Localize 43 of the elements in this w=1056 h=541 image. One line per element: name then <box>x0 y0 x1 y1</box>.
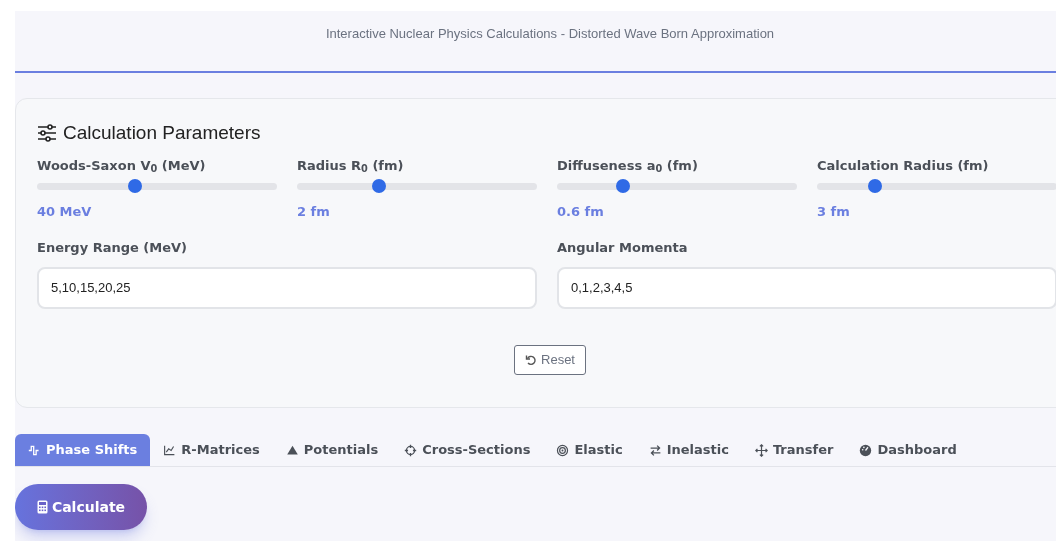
reset-button[interactable]: Reset <box>514 344 586 375</box>
slider-reading: 2 fm <box>297 202 331 220</box>
slider-thumb[interactable] <box>371 179 386 193</box>
gauge-icon <box>859 443 873 457</box>
slider-thumb[interactable] <box>616 179 630 193</box>
slider-reading: 3 fm <box>817 202 851 220</box>
slider-track[interactable] <box>557 182 797 190</box>
slider-thumb[interactable] <box>128 179 143 193</box>
tab[interactable]: Transfer <box>741 434 847 466</box>
sliders-icon <box>37 124 57 143</box>
input-field[interactable]: 5,10,15,20,25 <box>37 266 537 309</box>
calculate-button[interactable]: Calculate <box>15 484 147 530</box>
tab[interactable]: Potentials <box>272 434 392 466</box>
pulse-icon <box>28 443 41 457</box>
slider-thumb[interactable] <box>867 179 882 193</box>
section-title: Calculation Parameters <box>63 121 261 145</box>
slider-reading: 40 MeV <box>37 202 93 220</box>
tab[interactable]: Phase Shifts <box>15 434 151 466</box>
line-chart-icon <box>163 443 177 457</box>
tab[interactable]: Dashboard <box>846 434 970 466</box>
slider-label: Calculation Radius (fm) <box>817 156 990 174</box>
tab[interactable]: R-Matrices <box>150 434 273 466</box>
slider-reading: 0.6 fm <box>557 202 605 220</box>
slider-track[interactable] <box>817 182 1056 190</box>
slider-track[interactable] <box>37 182 277 190</box>
slider-label: Diffuseness a$_{0}$ (fm) <box>557 156 699 174</box>
tab[interactable]: Elastic <box>543 434 636 466</box>
tab[interactable]: Cross-Sections <box>391 434 544 466</box>
page-subtitle: Interactive Nuclear Physics Calculations - Distorted Wave Born Approximation <box>325 25 775 42</box>
slider-label: Woods-Saxon V$_{0}$ (MeV) <box>37 156 207 174</box>
slider-label: Radius R$_{0}$ (fm) <box>297 156 405 174</box>
crosshair-icon <box>404 443 418 457</box>
exchange-arrows-icon <box>648 443 662 457</box>
target-icon <box>556 443 570 457</box>
undo-icon <box>525 353 537 366</box>
triangle-icon <box>285 443 299 457</box>
slider-track[interactable] <box>297 182 537 190</box>
calculator-icon <box>36 500 48 514</box>
tab[interactable]: Inelastic <box>635 434 742 466</box>
field-label: Angular Momenta <box>557 238 689 256</box>
move-arrows-icon <box>754 443 768 457</box>
input-field[interactable]: 0,1,2,3,4,5 <box>557 266 1056 309</box>
field-label: Energy Range (MeV) <box>37 238 189 256</box>
